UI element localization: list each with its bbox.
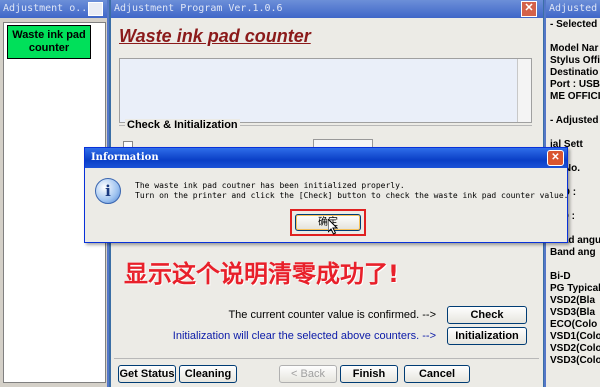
dialog-message-line-2: Turn on the printer and click the [Check… <box>135 191 569 200</box>
adjusted-detail-line: Destinatio <box>550 67 599 78</box>
adjusted-detail-line <box>550 31 600 43</box>
cancel-button[interactable]: Cancel <box>404 365 470 383</box>
waste-ink-pad-counter-button[interactable]: Waste ink pad counter <box>7 25 91 59</box>
adjusted-detail-line: VSD3(Colo <box>550 355 600 366</box>
left-window-close-icon[interactable] <box>88 2 103 16</box>
adjusted-detail-line: Port : USB <box>550 79 600 90</box>
adjusted-detail-line: Bi-D <box>550 271 571 282</box>
initialization-text: Initialization will clear the selected a… <box>172 330 436 342</box>
adjusted-detail-line: PG Typical <box>550 283 600 294</box>
close-icon[interactable]: ✕ <box>547 150 564 166</box>
ok-button-highlight: 确定 <box>290 209 366 236</box>
right-window-title: Adjusted <box>546 0 600 18</box>
info-text-area[interactable] <box>119 58 532 123</box>
adjusted-detail-line: - Adjusted <box>550 115 599 126</box>
adjusted-detail-line <box>550 127 600 139</box>
adjusted-detail-line: ME OFFICI <box>550 91 600 102</box>
information-dialog: Information ✕ i The waste ink pad coutne… <box>84 147 568 243</box>
group-label: Check & Initialization <box>125 119 240 131</box>
dialog-message-line-1: The waste ink pad coutner has been initi… <box>135 181 405 190</box>
adjusted-detail-line: ECO(Colo <box>550 319 598 330</box>
adjusted-detail-line: Model Nar <box>550 43 599 54</box>
adjusted-detail-line: VSD2(Colo <box>550 343 600 354</box>
adjusted-detail-line: VSD3(Bla <box>550 307 596 318</box>
main-window-close-icon[interactable]: ✕ <box>521 1 537 17</box>
adjusted-detail-line: VSD2(Bla <box>550 295 596 306</box>
dialog-title: Information <box>85 148 567 168</box>
main-window-title: Adjustment Program Ver.1.0.6 <box>111 0 543 18</box>
info-scrollbar[interactable] <box>517 59 531 122</box>
adjusted-detail-line: VSD1(Colo <box>550 331 600 342</box>
page-title: Waste ink pad counter <box>119 26 311 46</box>
adjusted-detail-line: Band ang <box>550 247 596 258</box>
annotation-note: 显示这个说明清零成功了! <box>124 260 399 288</box>
adjusted-detail-line: Stylus Offi <box>550 55 600 66</box>
cleaning-button[interactable]: Cleaning <box>179 365 237 383</box>
adjusted-detail-line <box>550 103 600 115</box>
confirmed-text: The current counter value is confirmed. … <box>228 309 436 321</box>
adjusted-detail-line: - Selected <box>550 19 598 30</box>
finish-button[interactable]: Finish <box>340 365 398 383</box>
adjusted-detail-line <box>550 259 600 271</box>
check-button[interactable]: Check <box>447 306 527 324</box>
bottom-divider <box>114 358 539 359</box>
initialization-button[interactable]: Initialization <box>447 327 527 345</box>
back-button[interactable]: < Back <box>279 365 337 383</box>
mouse-cursor-icon <box>328 219 338 235</box>
get-status-button[interactable]: Get Status <box>118 365 176 383</box>
information-icon: i <box>95 178 121 204</box>
